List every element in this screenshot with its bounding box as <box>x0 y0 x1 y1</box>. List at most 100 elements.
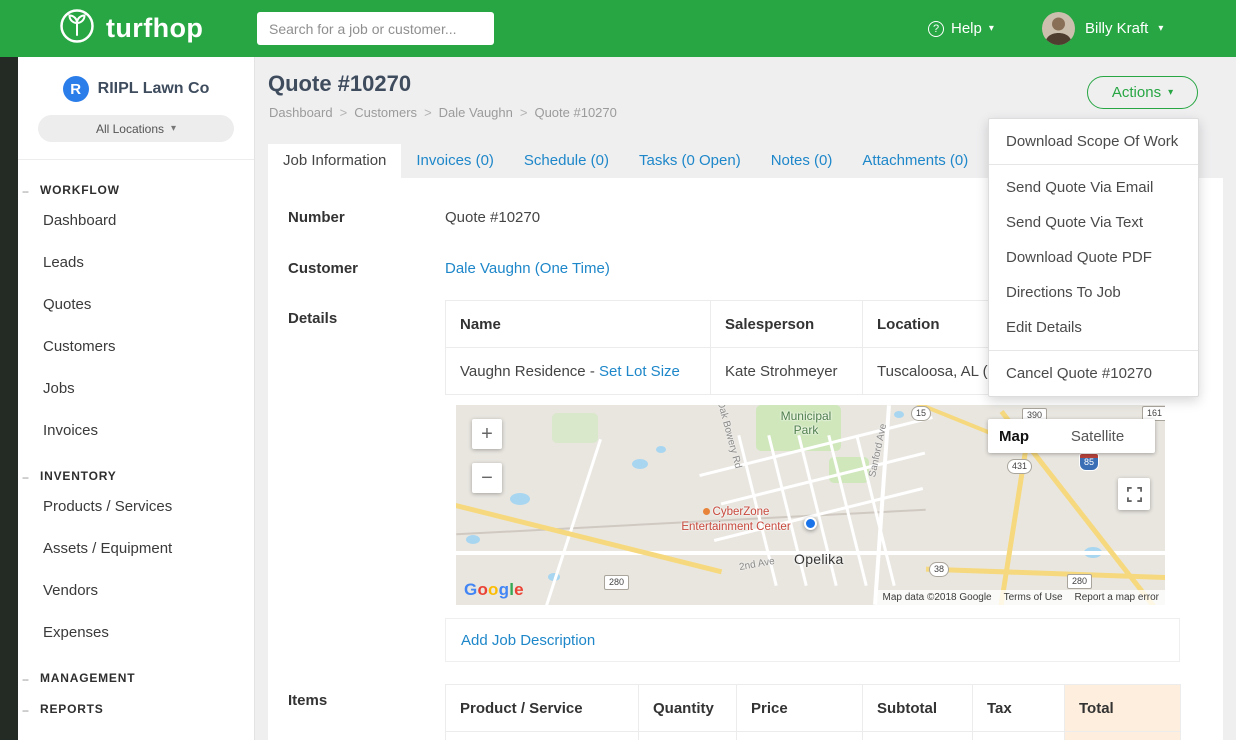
help-menu[interactable]: ? Help ▾ <box>928 0 994 57</box>
topbar: turfhop ? Help ▾ Billy Kraft ▾ <box>0 0 1236 57</box>
section-dash-icon: -- <box>22 703 28 717</box>
map-type-control: Map Satellite <box>988 419 1155 453</box>
items-header-subtotal: Subtotal <box>863 685 973 732</box>
company-row: R RIIPL Lawn Co <box>18 57 254 102</box>
map-canvas[interactable]: Municipal Park CyberZone Entertainment C… <box>456 405 1165 605</box>
breadcrumb-customers[interactable]: Customers <box>354 105 417 120</box>
menu-item-download-quote-pdf[interactable]: Download Quote PDF <box>989 240 1198 275</box>
menu-item-send-quote-via-email[interactable]: Send Quote Via Email <box>989 170 1198 205</box>
tab-notes[interactable]: Notes (0) <box>756 144 848 178</box>
help-label: Help <box>951 20 982 37</box>
interstate-shield-85: 85 <box>1079 453 1099 471</box>
menu-item-download-scope-of-work[interactable]: Download Scope Of Work <box>989 124 1198 159</box>
sidebar: R RIIPL Lawn Co All Locations ▾ -- WORKFL… <box>18 57 255 740</box>
locations-selector[interactable]: All Locations ▾ <box>38 115 234 142</box>
details-label: Details <box>288 310 337 327</box>
brand-name: turfhop <box>106 13 203 44</box>
property-name: Vaughn Residence - <box>460 363 595 380</box>
report-map-error-link[interactable]: Report a map error <box>1075 592 1159 603</box>
help-icon: ? <box>928 21 944 37</box>
menu-item-edit-details[interactable]: Edit Details <box>989 310 1198 345</box>
map-view-button[interactable]: Map <box>988 419 1040 453</box>
set-lot-size-link[interactable]: Set Lot Size <box>599 363 680 380</box>
left-edge-bar <box>0 57 18 740</box>
sidebar-item-assets-equipment[interactable]: Assets / Equipment <box>18 528 254 570</box>
tab-attachments[interactable]: Attachments (0) <box>847 144 983 178</box>
satellite-view-button[interactable]: Satellite <box>1040 419 1155 453</box>
menu-item-directions-to-job[interactable]: Directions To Job <box>989 275 1198 310</box>
fullscreen-button[interactable] <box>1118 478 1150 510</box>
tab-bar: Job Information Invoices (0) Schedule (0… <box>268 144 983 178</box>
map-water <box>894 411 904 418</box>
sidebar-item-customers[interactable]: Customers <box>18 326 254 368</box>
items-header-total: Total <box>1065 685 1181 732</box>
map-water <box>510 493 530 505</box>
details-header-name: Name <box>446 301 711 348</box>
items-header-tax: Tax <box>973 685 1065 732</box>
route-shield-15: 15 <box>911 406 931 421</box>
menu-divider <box>989 350 1198 351</box>
section-dash-icon: -- <box>22 184 28 198</box>
map-label-opelika: Opelika <box>794 551 844 567</box>
app-window: turfhop ? Help ▾ Billy Kraft ▾ R <box>0 0 1236 740</box>
user-menu[interactable]: Billy Kraft ▾ <box>1042 0 1163 57</box>
map-location-marker <box>804 517 817 530</box>
sidebar-nav: -- WORKFLOW Dashboard Leads Quotes Custom… <box>18 160 254 716</box>
add-job-description-link[interactable]: Add Job Description <box>461 632 595 649</box>
map-park-area <box>552 413 598 443</box>
search-input[interactable] <box>257 12 494 45</box>
breadcrumb-customer-name[interactable]: Dale Vaughn <box>439 105 513 120</box>
actions-button[interactable]: Actions ▾ <box>1087 76 1198 109</box>
breadcrumb-separator: > <box>340 105 348 120</box>
tab-schedule[interactable]: Schedule (0) <box>509 144 624 178</box>
nav-section-management: -- MANAGEMENT <box>18 671 254 685</box>
sidebar-item-expenses[interactable]: Expenses <box>18 612 254 654</box>
menu-item-cancel-quote[interactable]: Cancel Quote #10270 <box>989 356 1198 391</box>
sidebar-item-invoices[interactable]: Invoices <box>18 410 254 452</box>
breadcrumb-dashboard[interactable]: Dashboard <box>269 105 333 120</box>
items-header-price: Price <box>737 685 863 732</box>
number-value: Quote #10270 <box>445 209 540 226</box>
items-table: Product / Service Quantity Price Subtota… <box>445 684 1181 740</box>
nav-section-reports: --REPORTS <box>18 702 254 716</box>
zoom-in-button[interactable]: + <box>472 419 502 449</box>
map-water <box>632 459 648 469</box>
number-label: Number <box>288 209 345 226</box>
sidebar-item-dashboard[interactable]: Dashboard <box>18 200 254 242</box>
nav-section-workflow: -- WORKFLOW <box>18 183 254 197</box>
nav-section-label: MANAGEMENT <box>40 671 135 685</box>
nav-section-label: WORKFLOW <box>40 183 120 197</box>
menu-divider <box>989 164 1198 165</box>
chevron-down-icon: ▾ <box>1158 23 1163 34</box>
menu-item-send-quote-via-text[interactable]: Send Quote Via Text <box>989 205 1198 240</box>
tab-job-information[interactable]: Job Information <box>268 144 401 178</box>
google-logo[interactable]: Google <box>464 580 524 600</box>
tab-tasks[interactable]: Tasks (0 Open) <box>624 144 756 178</box>
poi-icon <box>703 508 710 515</box>
breadcrumb-separator: > <box>424 105 432 120</box>
terms-of-use-link[interactable]: Terms of Use <box>1004 592 1063 603</box>
route-shield-280-east: 280 <box>1067 574 1092 589</box>
customer-value: Dale Vaughn (One Time) <box>445 260 610 277</box>
sidebar-item-vendors[interactable]: Vendors <box>18 570 254 612</box>
details-cell-name: Vaughn Residence - Set Lot Size <box>446 348 711 395</box>
caret-down-icon: ▾ <box>1168 87 1173 98</box>
section-dash-icon: -- <box>22 470 28 484</box>
sidebar-item-jobs[interactable]: Jobs <box>18 368 254 410</box>
map-data-text: Map data ©2018 Google <box>882 592 991 603</box>
actions-label: Actions <box>1112 84 1161 101</box>
sidebar-item-products-services[interactable]: Products / Services <box>18 486 254 528</box>
items-data-row <box>446 732 1181 740</box>
tab-invoices[interactable]: Invoices (0) <box>401 144 509 178</box>
nav-section-inventory: --INVENTORY <box>18 469 254 483</box>
customer-type-link[interactable]: (One Time) <box>535 260 610 277</box>
zoom-out-button[interactable]: − <box>472 463 502 493</box>
route-shield-431: 431 <box>1007 459 1032 474</box>
sidebar-item-quotes[interactable]: Quotes <box>18 284 254 326</box>
map-road <box>721 452 925 506</box>
sidebar-item-leads[interactable]: Leads <box>18 242 254 284</box>
customer-link[interactable]: Dale Vaughn <box>445 260 531 277</box>
route-shield-38: 38 <box>929 562 949 577</box>
brand-home-link[interactable]: turfhop <box>58 0 203 57</box>
section-dash-icon: -- <box>22 672 28 686</box>
